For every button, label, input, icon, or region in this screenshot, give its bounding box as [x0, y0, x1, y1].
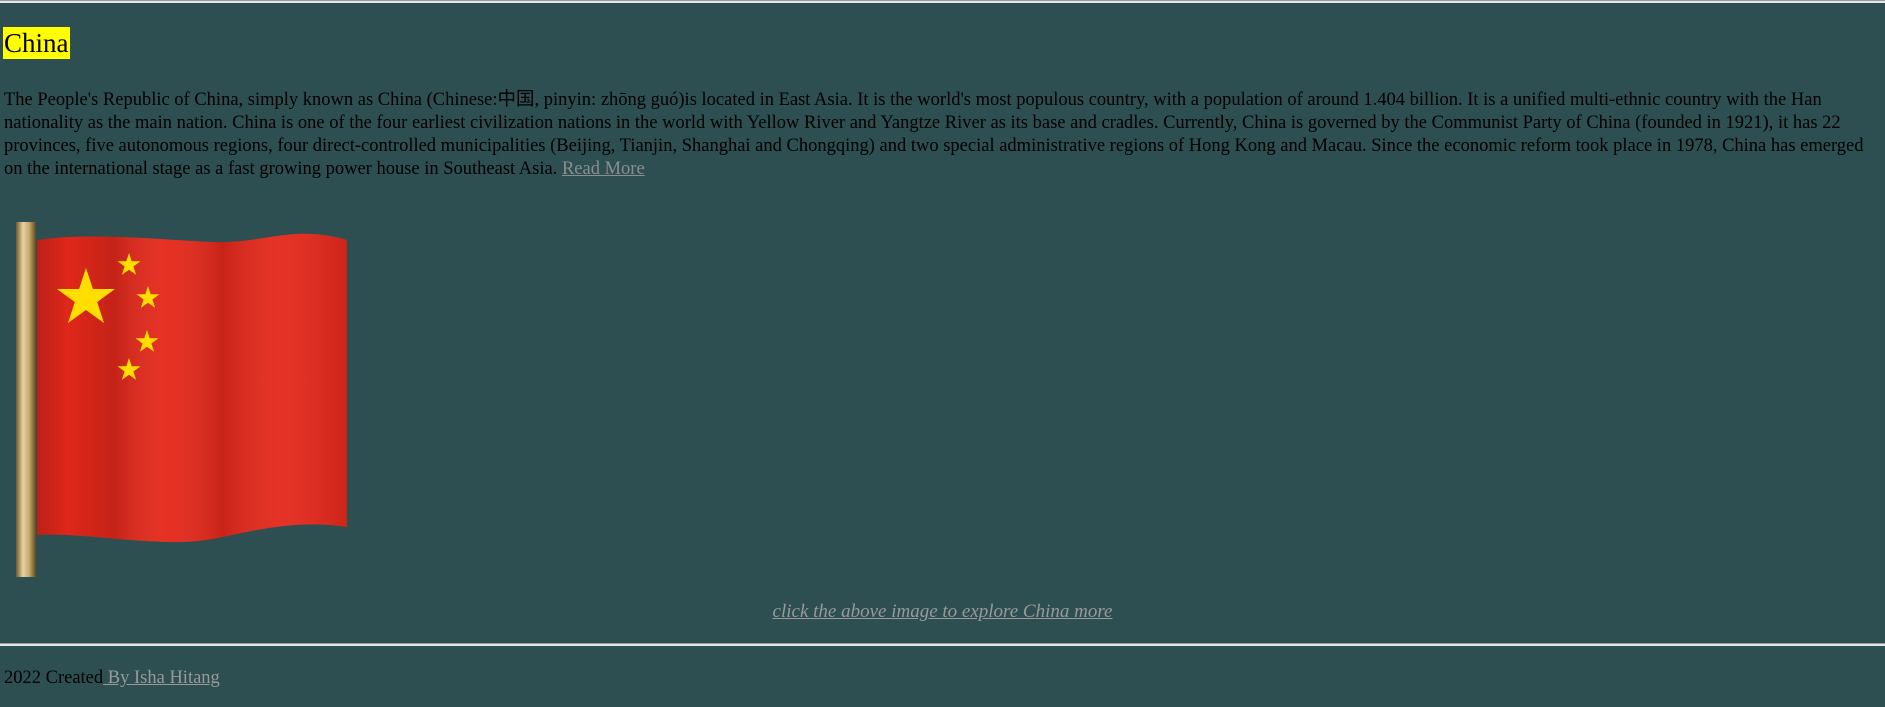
page-title: China [3, 27, 70, 59]
china-flag-image-link[interactable] [13, 220, 351, 580]
flag-pole [16, 222, 36, 577]
intro-paragraph: The People's Republic of China, simply k… [4, 89, 1881, 181]
footer: 2022 Created By Isha Hitang [4, 667, 220, 690]
author-link[interactable]: By Isha Hitang [103, 668, 220, 688]
intro-text: The People's Republic of China, simply k… [4, 90, 1864, 179]
image-caption: click the above image to explore China m… [0, 600, 1885, 624]
bottom-divider [0, 643, 1885, 646]
explore-china-link[interactable]: click the above image to explore China m… [773, 601, 1113, 622]
footer-text: 2022 Created [4, 668, 104, 688]
read-more-link[interactable]: Read More [562, 159, 645, 179]
top-divider [0, 0, 1885, 3]
china-flag-image [16, 222, 347, 577]
